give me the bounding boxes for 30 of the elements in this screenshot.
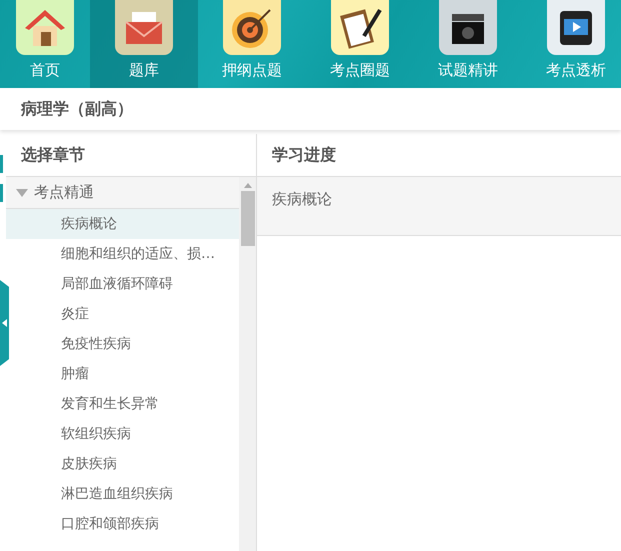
tree-item[interactable]: 局部血液循环障碍 — [6, 269, 239, 299]
nav-item[interactable]: 试题精讲 — [414, 0, 522, 88]
tree-item[interactable]: 炎症 — [6, 299, 239, 329]
tree-item[interactable]: 口腔和颌部疾病 — [6, 509, 239, 539]
caret-down-icon — [16, 188, 28, 196]
nav-item[interactable]: 押纲点题 — [198, 0, 306, 88]
progress-row: 疾病概论 — [257, 177, 621, 236]
scrollbar[interactable] — [239, 177, 256, 551]
envelope-icon — [124, 10, 164, 46]
tree-item[interactable]: 淋巴造血组织疾病 — [6, 479, 239, 509]
panel-heading: 选择章节 — [21, 144, 85, 166]
scrollbar-thumb[interactable] — [240, 191, 254, 246]
house-icon — [23, 8, 67, 48]
scroll-up-icon — [244, 183, 252, 188]
left-arrow-icon — [2, 319, 7, 327]
tree-item[interactable]: 软组织疾病 — [6, 419, 239, 449]
tree-item[interactable]: 发育和生长异常 — [6, 389, 239, 419]
tree-group[interactable]: 考点精通 — [6, 177, 239, 209]
tree-item[interactable]: 疾病概论 — [6, 209, 239, 239]
collapse-tab[interactable] — [0, 280, 9, 366]
tree-item[interactable]: 肿瘤 — [6, 359, 239, 389]
panel-heading: 学习进度 — [272, 144, 336, 166]
group-label: 考点精通 — [34, 183, 94, 202]
page-title: 病理学（副高） — [21, 98, 133, 120]
tree-item[interactable]: 皮肤疾病 — [6, 449, 239, 479]
nav-item[interactable]: 考点圈题 — [306, 0, 414, 88]
nav-item[interactable]: 首页 — [0, 0, 90, 88]
nav-item[interactable]: 题库 — [90, 0, 198, 88]
tree-item[interactable]: 细胞和组织的适应、损… — [6, 239, 239, 269]
tree-item[interactable]: 免疫性疾病 — [6, 329, 239, 359]
